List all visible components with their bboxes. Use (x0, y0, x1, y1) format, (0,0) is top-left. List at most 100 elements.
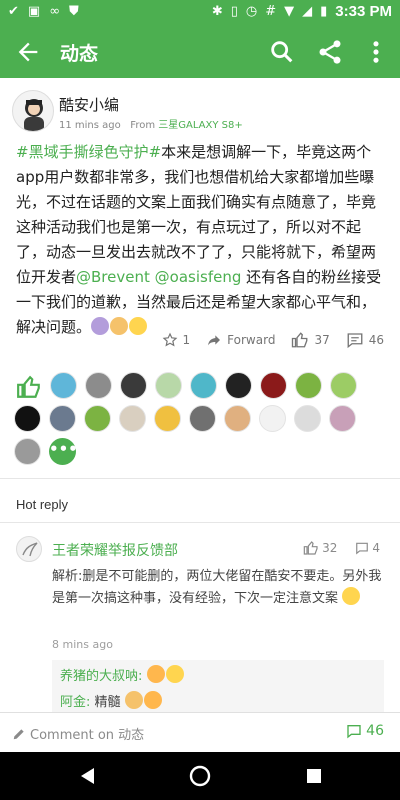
signal-icon: ◢ (302, 4, 313, 19)
post-meta: 11 mins ago From 三星GALAXY S8+ (59, 116, 243, 131)
liker-avatar[interactable] (295, 372, 322, 399)
forward-label: Forward (227, 333, 276, 347)
divider (0, 522, 400, 523)
nav-home-icon[interactable] (188, 764, 212, 788)
thumbs-up-icon (303, 541, 318, 555)
reply-text-content: 解析:删是不可能删的，两位大佬留在酷安不要走。另外我是第一次搞这种事，没有经验，… (52, 569, 382, 606)
from-label: From (130, 120, 156, 131)
reply-text: 解析:删是不可能删的，两位大佬留在酷安不要走。另外我是第一次搞这种事，没有经验，… (52, 566, 386, 609)
thumbs-up-icon (292, 332, 308, 348)
liker-avatar[interactable] (84, 405, 111, 432)
post-actions: 1 Forward 37 46 (162, 330, 384, 350)
share-icon[interactable] (316, 38, 344, 66)
dog-emoji-icon (124, 691, 143, 709)
forward-button[interactable]: Forward (206, 332, 275, 348)
sub-reply[interactable]: 养猪的大叔呐: (60, 664, 376, 690)
liker-avatar[interactable] (14, 438, 41, 465)
comment-icon (347, 333, 363, 349)
status-time: 3:33 PM (335, 3, 392, 20)
pencil-icon (13, 728, 24, 739)
star-icon (162, 332, 177, 347)
liker-avatar[interactable] (14, 405, 41, 432)
liker-avatar[interactable] (85, 372, 112, 399)
liker-avatar[interactable] (155, 372, 182, 399)
gallery-icon: ▣ (27, 4, 41, 19)
liker-avatar[interactable] (329, 405, 356, 432)
more-vert-icon[interactable] (362, 38, 390, 66)
search-icon[interactable] (268, 38, 296, 66)
comment-icon (347, 725, 361, 739)
pray-emoji-icon (146, 665, 165, 683)
shield-icon: ⛊ (69, 4, 79, 19)
liker-avatar[interactable] (50, 372, 77, 399)
star-count: 1 (182, 333, 191, 347)
liker-avatar[interactable] (190, 372, 217, 399)
smile-emoji-icon (129, 317, 148, 335)
reply-comment-button[interactable]: 4 (355, 540, 380, 556)
divider (0, 478, 400, 479)
pray-emoji-icon (143, 691, 162, 709)
device-name[interactable]: 三星GALAXY S8+ (158, 120, 242, 131)
status-bar: ✔ ▣ ∞ ⛊ ✱ ▯ ◷ # ▼ ◢ ▮ 3:33 PM (0, 0, 400, 26)
reply-author[interactable]: 王者荣耀举报反馈部 (52, 540, 178, 560)
comment-placeholder: Comment on 动态 (30, 728, 145, 743)
liker-avatar[interactable] (189, 405, 216, 432)
post-body: #黑域手撕绿色守护#本来是想调解一下，毕竟这两个app用户数都非常多，我们也想借… (16, 140, 384, 340)
sweat-emoji-icon (91, 317, 110, 335)
sub-reply-author[interactable]: 阿金: (60, 695, 90, 710)
comments-count-button[interactable]: 46 (346, 723, 384, 739)
thumbs-up-icon (17, 375, 40, 398)
star-button[interactable]: 1 (162, 332, 191, 348)
hashtag-link[interactable]: #黑域手撕绿色守护# (16, 143, 161, 161)
liker-avatar[interactable] (225, 372, 252, 399)
liker-avatar[interactable] (330, 372, 357, 399)
sub-replies: 养猪的大叔呐: 阿金: 精髓 (52, 660, 384, 712)
liker-avatar[interactable] (49, 405, 76, 432)
battery-icon: ▮ (320, 4, 328, 19)
liker-avatar[interactable] (120, 372, 147, 399)
author-name[interactable]: 酷安小编 (59, 94, 119, 115)
smile-emoji-icon (165, 665, 184, 683)
reply-like-button[interactable]: 32 (303, 540, 337, 556)
reply-like-count: 32 (322, 541, 338, 555)
liker-avatar[interactable] (260, 372, 287, 399)
comment-input[interactable]: Comment on 动态 (12, 724, 144, 743)
like-count: 37 (314, 333, 330, 347)
liker-avatar[interactable] (154, 405, 181, 432)
post-text-part1: 本来是想调解一下，毕竟这两个app用户数都非常多，我们也想借机给大家都增加些曝光… (16, 143, 377, 286)
comments-count: 46 (366, 723, 384, 739)
author-avatar[interactable] (12, 90, 54, 132)
hash-icon: # (265, 4, 277, 19)
comment-count: 46 (368, 333, 384, 347)
hot-reply-heading: Hot reply (16, 497, 69, 512)
bluetooth-icon: ✱ (211, 4, 223, 19)
sub-reply-text: 精髓 (90, 695, 121, 710)
sub-reply-author[interactable]: 养猪的大叔呐: (60, 669, 142, 684)
dog-emoji-icon (110, 317, 129, 335)
back-arrow-icon[interactable] (14, 38, 42, 66)
reply-stats: 32 4 (303, 540, 380, 556)
liker-avatar[interactable] (294, 405, 321, 432)
comment-bar: Comment on 动态 46 (0, 712, 400, 752)
nav-recents-icon[interactable] (302, 764, 326, 788)
like-button[interactable]: 37 (291, 331, 330, 349)
liker-avatar[interactable] (224, 405, 251, 432)
smile-emoji-icon (342, 587, 361, 605)
mention-oasisfeng[interactable]: @oasisfeng (155, 268, 242, 286)
post-time: 11 mins ago (59, 120, 121, 131)
liker-avatar[interactable] (119, 405, 146, 432)
page-title: 动态 (60, 43, 99, 65)
sub-reply[interactable]: 阿金: 精髓 (60, 690, 376, 712)
reply-avatar[interactable] (16, 536, 42, 562)
app-icon: ∞ (49, 4, 61, 19)
comment-icon (356, 542, 369, 555)
liker-avatar[interactable] (259, 405, 286, 432)
notification-icon: ✔ (8, 4, 19, 19)
mention-brevent[interactable]: @Brevent (76, 268, 150, 286)
more-likers-button[interactable]: ••• (49, 438, 78, 465)
alarm-icon: ◷ (245, 4, 258, 19)
reply-time: 8 mins ago (52, 638, 113, 651)
comment-button[interactable]: 46 (346, 331, 384, 349)
reply-comment-count: 4 (372, 541, 380, 555)
nav-back-icon[interactable] (76, 764, 100, 788)
